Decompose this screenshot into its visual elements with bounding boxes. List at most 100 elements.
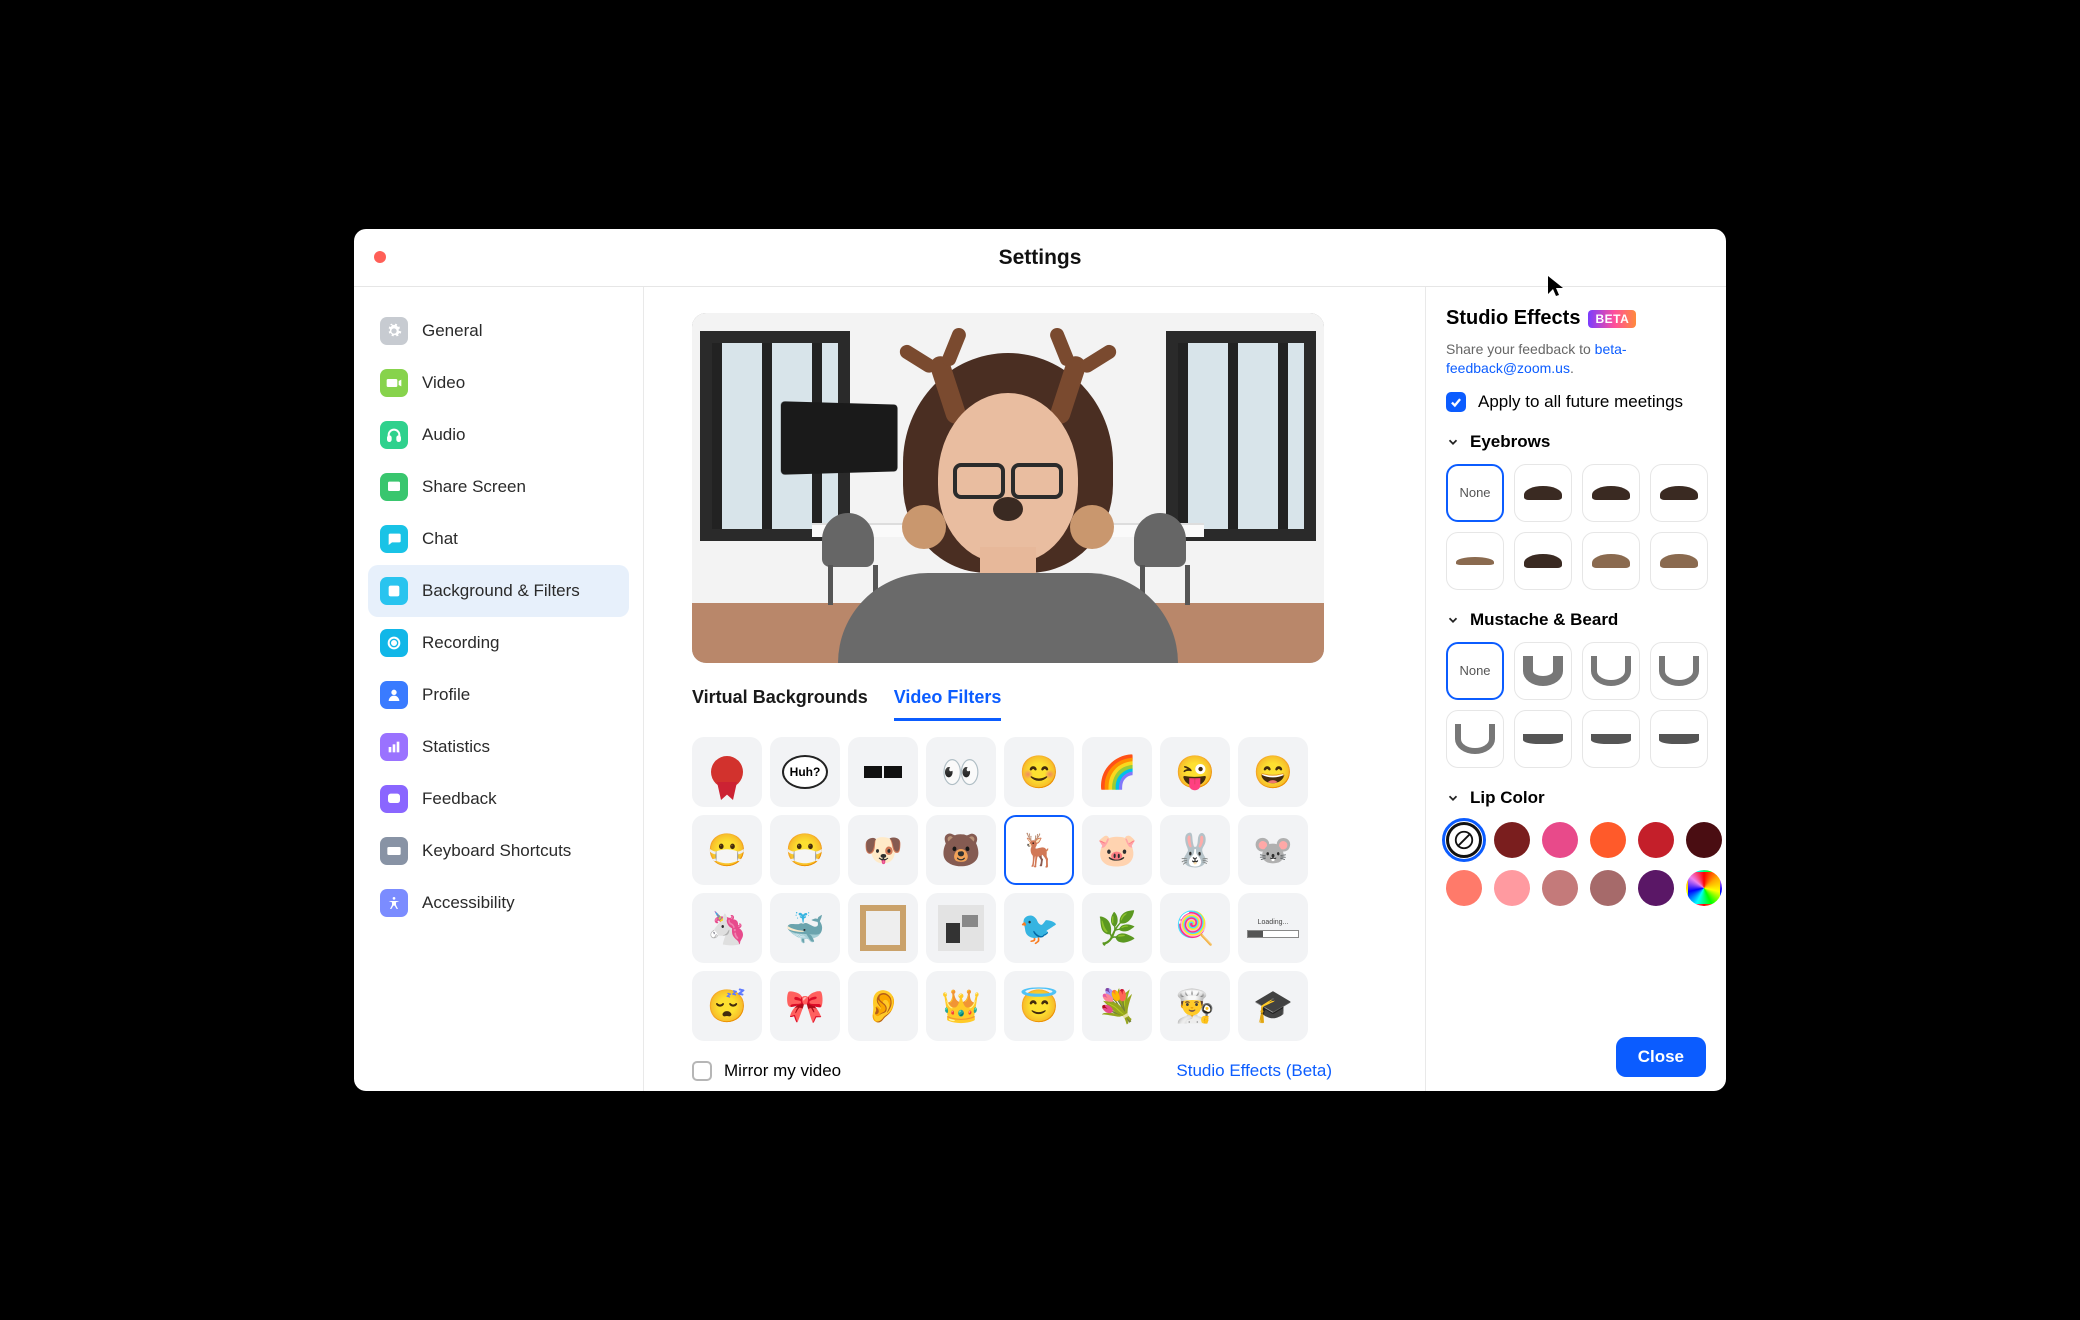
sidebar-item-accessibility[interactable]: Accessibility [368,877,629,929]
beard-option-none[interactable]: None [1446,642,1504,700]
sidebar-item-background-filters[interactable]: Background & Filters [368,565,629,617]
studio-effects-link[interactable]: Studio Effects (Beta) [1176,1061,1332,1081]
keyboard-icon [380,837,408,865]
beard-option-handlebar[interactable] [1650,710,1708,768]
eyebrows-header[interactable]: Eyebrows [1446,432,1706,452]
mask-teal-icon: 😷 [785,831,825,869]
sidebar-item-video[interactable]: Video [368,357,629,409]
bear-icon: 🐻 [941,831,981,869]
lip-color-swatch[interactable] [1590,870,1626,906]
filter-gallery-room[interactable] [926,893,996,963]
lip-color-swatch[interactable] [1638,822,1674,858]
lip-color-swatch[interactable] [1590,822,1626,858]
filter-bunny[interactable]: 🐰 [1160,815,1230,885]
filter-tabs: Virtual Backgrounds Video Filters [692,683,1389,721]
checkbox-box [692,1061,712,1081]
filter-mouse[interactable]: 🐭 [1238,815,1308,885]
eyebrow-option-dark-flat[interactable] [1582,464,1640,522]
filter-mask-surgical[interactable]: 😷 [692,815,762,885]
gear-icon [380,317,408,345]
filter-award-ribbon[interactable] [692,737,762,807]
filter-cockatiel[interactable]: 🐦 [1004,893,1074,963]
close-button[interactable]: Close [1616,1037,1706,1077]
filter-loading-bar[interactable]: Loading... [1238,893,1308,963]
filter-pixel-sunglasses[interactable] [848,737,918,807]
eyebrow-option-auburn[interactable] [1650,532,1708,590]
sidebar-item-audio[interactable]: Audio [368,409,629,461]
filter-chef-hat[interactable]: 👨‍🍳 [1160,971,1230,1041]
eyebrow-option-dark-angled[interactable] [1650,464,1708,522]
sidebar-item-label: Background & Filters [422,581,580,601]
filter-mask-teal[interactable]: 😷 [770,815,840,885]
beard-option-thin-mustache[interactable] [1582,710,1640,768]
filter-bear[interactable]: 🐻 [926,815,996,885]
lip-header[interactable]: Lip Color [1446,788,1706,808]
sidebar-item-keyboard-shortcuts[interactable]: Keyboard Shortcuts [368,825,629,877]
sidebar-item-feedback[interactable]: Feedback [368,773,629,825]
eyebrow-option-brown[interactable] [1582,532,1640,590]
tab-video-filters[interactable]: Video Filters [894,683,1002,721]
lip-color-swatch[interactable] [1686,822,1722,858]
lip-color-swatch[interactable] [1446,870,1482,906]
big-eyes-icon: 👀 [941,753,981,791]
filter-huh-bubble[interactable]: Huh? [770,737,840,807]
feedback-icon [380,785,408,813]
puppy-icon: 🐶 [863,831,903,869]
beard-option-thick-mustache[interactable] [1514,710,1572,768]
filter-gold-crown[interactable]: 👑 [926,971,996,1041]
filter-reindeer[interactable]: 🦌 [1004,815,1074,885]
beard-option-chin-strap[interactable] [1650,642,1708,700]
tab-virtual-backgrounds[interactable]: Virtual Backgrounds [692,683,868,721]
sidebar-item-profile[interactable]: Profile [368,669,629,721]
leaves-icon: 🌿 [1097,909,1137,947]
filter-pig[interactable]: 🐷 [1082,815,1152,885]
lip-color-swatch[interactable] [1494,822,1530,858]
sidebar-item-share-screen[interactable]: Share Screen [368,461,629,513]
beta-badge: BETA [1588,310,1636,328]
lip-color-swatch[interactable] [1542,870,1578,906]
main-content: Virtual Backgrounds Video Filters Huh? 👀 😊🌈… [644,287,1426,1091]
lip-color-swatch[interactable] [1542,822,1578,858]
filter-red-bow[interactable]: 🎀 [770,971,840,1041]
beard-option-soul-patch[interactable] [1446,710,1504,768]
filter-wink-tongue[interactable]: 😜 [1160,737,1230,807]
filter-big-eyes[interactable]: 👀 [926,737,996,807]
sidebar-item-chat[interactable]: Chat [368,513,629,565]
mirror-video-checkbox[interactable]: Mirror my video [692,1061,841,1081]
sidebar-item-recording[interactable]: Recording [368,617,629,669]
beard-option-full-beard[interactable] [1514,642,1572,700]
filter-shrek-ears[interactable]: 👂 [848,971,918,1041]
filter-unicorn[interactable]: 🦄 [692,893,762,963]
lip-color-none[interactable] [1446,822,1482,858]
panel-helper-text: Share your feedback to beta-feedback@zoo… [1446,340,1706,378]
video-icon [380,369,408,397]
eyebrow-option-thin-light[interactable] [1446,532,1504,590]
lip-color-swatch[interactable] [1638,870,1674,906]
sidebar-item-statistics[interactable]: Statistics [368,721,629,773]
filter-puppy[interactable]: 🐶 [848,815,918,885]
filter-leaves[interactable]: 🌿 [1082,893,1152,963]
filter-narwhal[interactable]: 🐳 [770,893,840,963]
beard-header[interactable]: Mustache & Beard [1446,610,1706,630]
filter-grin[interactable]: 😄 [1238,737,1308,807]
lip-color-picker[interactable] [1686,870,1722,906]
apply-all-checkbox[interactable]: Apply to all future meetings [1446,392,1706,412]
loading-bar-icon [1247,930,1299,938]
filter-sleepy-zzz[interactable]: 😴 [692,971,762,1041]
eyebrow-option-dark-arched[interactable] [1514,464,1572,522]
video-preview [692,313,1324,663]
lip-color-swatch[interactable] [1494,870,1530,906]
titlebar: Settings [354,229,1726,287]
filter-halo[interactable]: 😇 [1004,971,1074,1041]
close-window-button[interactable] [374,251,386,263]
filter-blush[interactable]: 😊 [1004,737,1074,807]
beard-option-goatee[interactable] [1582,642,1640,700]
filter-rainbow-hat[interactable]: 🌈 [1082,737,1152,807]
filter-hydrangea[interactable]: 💐 [1082,971,1152,1041]
sidebar-item-general[interactable]: General [368,305,629,357]
filter-lollipops[interactable]: 🍭 [1160,893,1230,963]
eyebrow-option-none[interactable]: None [1446,464,1504,522]
eyebrow-option-thick-dark[interactable] [1514,532,1572,590]
filter-graduation-cap[interactable]: 🎓 [1238,971,1308,1041]
filter-photo-frame[interactable] [848,893,918,963]
